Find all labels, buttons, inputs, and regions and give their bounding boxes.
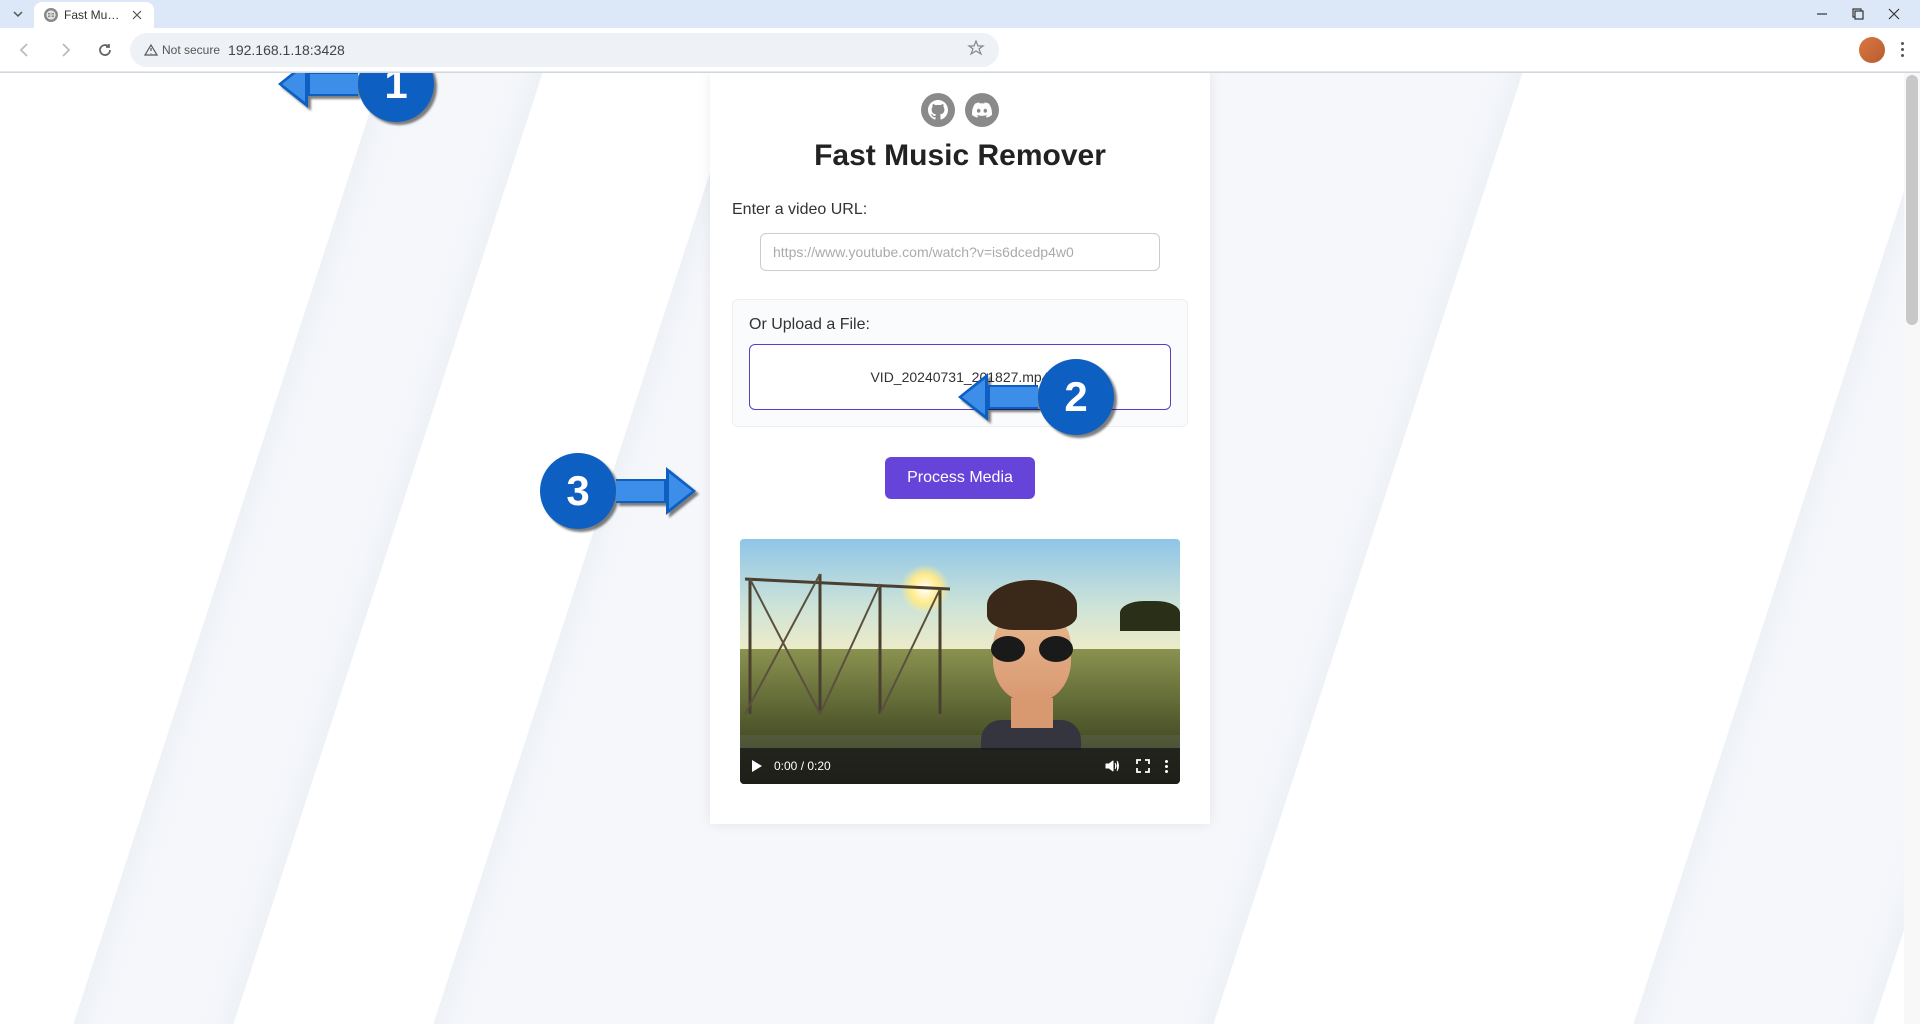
reload-button[interactable] (90, 35, 120, 65)
discord-icon[interactable] (965, 93, 999, 127)
video-time: 0:00 / 0:20 (774, 759, 831, 773)
browser-tab[interactable]: Fast Music R (34, 2, 154, 28)
annotation-1: 1 (278, 73, 434, 122)
address-bar[interactable]: Not secure 192.168.1.18:3428 (130, 33, 999, 67)
volume-icon[interactable] (1103, 757, 1121, 775)
play-icon[interactable] (752, 760, 762, 772)
annotation-3: 3 (540, 453, 696, 529)
annotation-number: 2 (1038, 359, 1114, 435)
toolbar: Not secure 192.168.1.18:3428 (0, 28, 1920, 72)
annotation-2: 2 (958, 359, 1114, 435)
annotation-number: 3 (540, 453, 616, 529)
page-title: Fast Music Remover (732, 139, 1188, 173)
security-badge[interactable]: Not secure (144, 43, 220, 57)
scrollbar-thumb[interactable] (1906, 75, 1918, 325)
tab-title: Fast Music R (64, 8, 124, 22)
url-input[interactable] (760, 233, 1160, 271)
profile-avatar[interactable] (1859, 37, 1885, 63)
tab-bar: Fast Music R (0, 0, 1920, 28)
forward-button[interactable] (50, 35, 80, 65)
github-icon[interactable] (921, 93, 955, 127)
page-content: Fast Music Remover Enter a video URL: Or… (0, 73, 1920, 1024)
back-button[interactable] (10, 35, 40, 65)
address-text: 192.168.1.18:3428 (228, 42, 345, 58)
tab-search-chevron-icon[interactable] (8, 4, 28, 24)
minimize-icon[interactable] (1810, 2, 1834, 26)
annotation-number: 1 (358, 73, 434, 122)
upload-label: Or Upload a File: (749, 316, 1171, 334)
browser-menu-icon[interactable] (1895, 36, 1910, 63)
fullscreen-icon[interactable] (1135, 758, 1151, 774)
video-menu-icon[interactable] (1165, 760, 1168, 773)
scrollbar[interactable] (1904, 73, 1920, 1024)
close-window-icon[interactable] (1882, 2, 1906, 26)
video-player[interactable]: 0:00 / 0:20 (740, 539, 1180, 784)
url-label: Enter a video URL: (732, 201, 1188, 219)
app-card: Fast Music Remover Enter a video URL: Or… (710, 73, 1210, 824)
maximize-icon[interactable] (1846, 2, 1870, 26)
warning-icon (144, 43, 158, 57)
bookmark-star-icon[interactable] (967, 39, 985, 60)
process-button[interactable]: Process Media (885, 457, 1035, 499)
globe-icon (44, 8, 58, 22)
close-icon[interactable] (130, 8, 144, 22)
security-label: Not secure (162, 43, 220, 57)
